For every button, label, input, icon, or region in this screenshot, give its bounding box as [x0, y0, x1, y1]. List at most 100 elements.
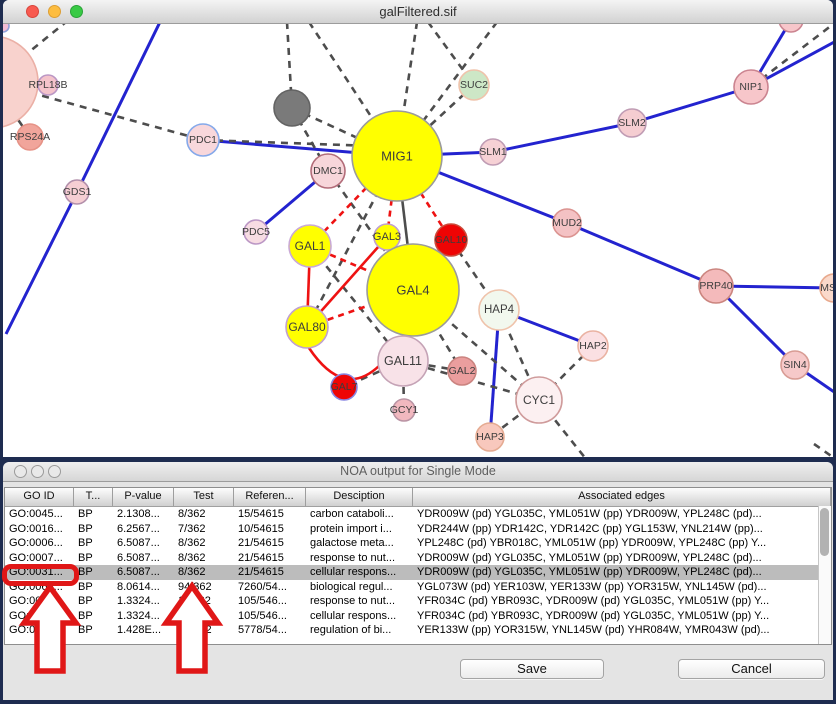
- table-row-3[interactable]: GO:0007...BP6.5087...8/36221/54615respon…: [5, 551, 831, 566]
- table-cell: YDR244W (pp) YDR142C, YDR142C (pp) YGL15…: [413, 522, 831, 537]
- column-header-1[interactable]: T...: [74, 488, 113, 506]
- table-cell: YDR009W (pd) YGL035C, YML051W (pp) YDR00…: [413, 551, 831, 566]
- table-cell: biological regul...: [306, 580, 413, 595]
- graph-node-label-RPS24A: RPS24A: [10, 131, 50, 143]
- noa-window-title: NOA output for Single Mode: [3, 464, 833, 478]
- table-cell: GO:0045...: [5, 507, 74, 522]
- table-cell: GO:0006...: [5, 536, 74, 551]
- column-header-6[interactable]: Associated edges: [413, 488, 831, 506]
- graph-node-label-SLM2: SLM2: [618, 117, 646, 129]
- graph-node-label-GAL3: GAL3: [373, 231, 401, 243]
- graph-node-label-NIP1: NIP1: [739, 81, 763, 93]
- graph-node-label-RPL18B: RPL18B: [28, 79, 67, 91]
- table-cell: GO:0031...: [5, 565, 74, 580]
- table-row-1[interactable]: GO:0016...BP6.2567...7/36210/54615protei…: [5, 522, 831, 537]
- table-cell: GO:0016...: [5, 522, 74, 537]
- vertical-scrollbar[interactable]: [818, 506, 831, 644]
- graph-node-topright[interactable]: [779, 24, 803, 32]
- graph-node-label-GDS1: GDS1: [63, 186, 92, 198]
- graph-edge: [77, 24, 160, 192]
- table-cell: 21/54615: [234, 565, 306, 580]
- column-header-3[interactable]: Test: [174, 488, 234, 506]
- table-cell: galactose meta...: [306, 536, 413, 551]
- graph-node-label-PDC1: PDC1: [189, 134, 217, 146]
- graph-node-label-GAL2: GAL2: [449, 365, 476, 377]
- graph-node-label-GAL1: GAL1: [295, 239, 326, 253]
- table-row-8[interactable]: GO:0050...BP1.428E...80/3625778/54...reg…: [5, 623, 831, 638]
- table-cell: GO:0065...: [5, 580, 74, 595]
- graph-node-label-GAL4: GAL4: [396, 283, 429, 298]
- table-cell: 105/546...: [234, 609, 306, 624]
- graph-node-label-PDC5: PDC5: [242, 226, 270, 238]
- column-header-2[interactable]: P-value: [113, 488, 174, 506]
- table-cell: BP: [74, 551, 113, 566]
- graph-node-label-SLM1: SLM1: [479, 146, 507, 158]
- results-table: GO IDT...P-valueTestReferen...Desciption…: [4, 487, 832, 645]
- graph-node-label-HAP4: HAP4: [484, 304, 515, 316]
- table-cell: YFR034C (pd) YBR093C, YDR009W (pd) YGL03…: [413, 609, 831, 624]
- graph-node-label-SUC2: SUC2: [460, 79, 488, 91]
- table-cell: BP: [74, 609, 113, 624]
- table-cell: 8/362: [174, 507, 234, 522]
- network-canvas[interactable]: RPL18B RPS24A GDS1 PDC1 DMC1 MIG1 SUC2 SLM1 SLM2…: [3, 24, 833, 457]
- table-row-0[interactable]: GO:0045...BP2.1308...8/36215/54615carbon…: [5, 507, 831, 522]
- table-cell: 7/362: [174, 522, 234, 537]
- table-row-4[interactable]: GO:0031...BP6.5087...8/36221/54615cellul…: [5, 565, 831, 580]
- graph-node-label-MIG1: MIG1: [381, 149, 413, 164]
- table-cell: 5778/54...: [234, 623, 306, 638]
- column-header-4[interactable]: Referen...: [234, 488, 306, 506]
- graph-edge: [6, 192, 77, 334]
- cancel-button[interactable]: Cancel: [678, 659, 825, 679]
- table-cell: GO:0050...: [5, 623, 74, 638]
- table-cell: response to nut...: [306, 594, 413, 609]
- graph-node-label-SIN4: SIN4: [783, 359, 807, 371]
- table-cell: 94/362: [174, 580, 234, 595]
- table-cell: 6.5087...: [113, 565, 174, 580]
- graph-edge: [632, 87, 751, 123]
- table-cell: GO:0031...: [5, 609, 74, 624]
- table-cell: YDR009W (pd) YGL035C, YML051W (pp) YDR00…: [413, 565, 831, 580]
- table-cell: 8/362: [174, 551, 234, 566]
- table-cell: YPL248C (pd) YBR018C, YML051W (pp) YDR00…: [413, 536, 831, 551]
- table-cell: 21/54615: [234, 551, 306, 566]
- table-row-7[interactable]: GO:0031...BP1.3324...11/362105/546...cel…: [5, 609, 831, 624]
- table-cell: 15/54615: [234, 507, 306, 522]
- table-cell: YFR034C (pd) YBR093C, YDR009W (pd) YGL03…: [413, 594, 831, 609]
- table-cell: GO:0031...: [5, 594, 74, 609]
- column-header-0[interactable]: GO ID: [5, 488, 74, 506]
- column-header-5[interactable]: Desciption: [306, 488, 413, 506]
- table-row-5[interactable]: GO:0065...BP8.0614...94/3627260/54...bio…: [5, 580, 831, 595]
- noa-output-window: NOA output for Single Mode GO IDT...P-va…: [3, 462, 833, 700]
- graph-node-label-GAL7: GAL7: [331, 381, 358, 393]
- graph-node-corner[interactable]: [3, 24, 9, 32]
- table-cell: GO:0007...: [5, 551, 74, 566]
- table-row-6[interactable]: GO:0031...BP1.3324...11/362105/546...res…: [5, 594, 831, 609]
- table-cell: BP: [74, 580, 113, 595]
- graph-node-label-CYC1: CYC1: [523, 393, 555, 407]
- table-cell: regulation of bi...: [306, 623, 413, 638]
- graph-node-gray1[interactable]: [274, 90, 310, 126]
- table-cell: BP: [74, 507, 113, 522]
- table-cell: 8/362: [174, 565, 234, 580]
- table-cell: BP: [74, 623, 113, 638]
- save-button[interactable]: Save: [460, 659, 604, 679]
- graph-node-label-MUD2: MUD2: [552, 217, 582, 229]
- graph-node-label-DMC1: DMC1: [313, 165, 343, 177]
- table-cell: YGL073W (pd) YER103W, YER133W (pp) YOR31…: [413, 580, 831, 595]
- table-cell: 80/362: [174, 623, 234, 638]
- table-row-2[interactable]: GO:0006...BP6.5087...8/36221/54615galact…: [5, 536, 831, 551]
- graph-window: galFiltered.sif RPL18B RPS24A GDS1 PDC1 DMC1…: [3, 0, 833, 457]
- table-cell: carbon cataboli...: [306, 507, 413, 522]
- table-cell: BP: [74, 522, 113, 537]
- graph-window-title: galFiltered.sif: [3, 4, 833, 19]
- graph-window-titlebar[interactable]: galFiltered.sif: [3, 0, 833, 24]
- table-cell: 10/54615: [234, 522, 306, 537]
- table-cell: YER133W (pp) YOR315W, YNL145W (pd) YHR08…: [413, 623, 831, 638]
- noa-window-titlebar[interactable]: NOA output for Single Mode: [3, 462, 833, 482]
- graph-node-label-PRP40: PRP40: [699, 280, 732, 292]
- graph-edge: [493, 123, 632, 152]
- table-cell: 8/362: [174, 536, 234, 551]
- scrollbar-thumb[interactable]: [820, 508, 829, 556]
- table-cell: 11/362: [174, 594, 234, 609]
- table-cell: cellular respons...: [306, 609, 413, 624]
